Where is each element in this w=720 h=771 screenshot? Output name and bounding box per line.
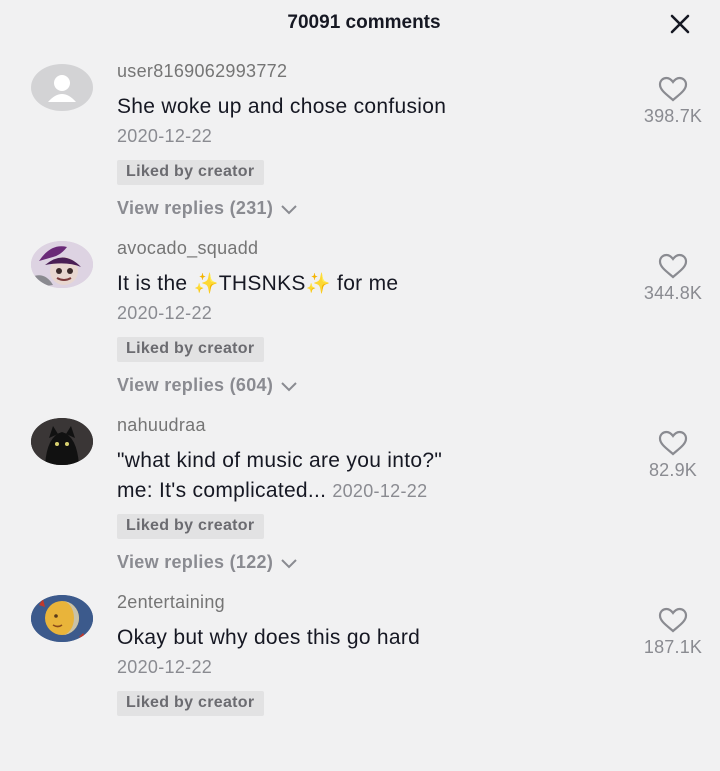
- liked-by-creator-badge: Liked by creator: [117, 160, 265, 185]
- view-replies-button[interactable]: View replies (604): [117, 375, 299, 396]
- chevron-down-icon: [281, 559, 298, 569]
- comment-date: 2020-12-22: [332, 481, 428, 501]
- comment-text-highlight: THSNKS: [218, 272, 306, 295]
- comment-username[interactable]: nahuudraa: [117, 415, 206, 436]
- comment-text-part: for me: [330, 272, 399, 295]
- chevron-down-icon: [281, 382, 298, 392]
- comment-item: user8169062993772 She woke up and chose …: [0, 61, 720, 240]
- heart-icon: [658, 76, 688, 102]
- comment-username[interactable]: 2entertaining: [117, 592, 225, 613]
- comment-date: 2020-12-22: [117, 657, 213, 677]
- comment-text: "what kind of music are you into?" me: I…: [117, 446, 637, 506]
- like-count: 82.9K: [648, 460, 698, 480]
- comment-text: Okay but why does this go hard: [117, 626, 421, 649]
- comments-header: 70091 comments: [0, 0, 720, 48]
- avatar[interactable]: [31, 595, 93, 642]
- comment-item: nahuudraa "what kind of music are you in…: [0, 415, 720, 594]
- comments-count-title: 70091 comments: [287, 12, 441, 33]
- comment-text: It is the ✨THSNKS✨ for me: [117, 269, 637, 299]
- like-button[interactable]: 82.9K: [628, 430, 718, 481]
- view-replies-label: View replies (122): [117, 552, 274, 572]
- like-count: 187.1K: [643, 637, 703, 657]
- comment-text: She woke up and chose confusion: [117, 95, 447, 118]
- close-icon[interactable]: [668, 12, 692, 36]
- sparkles-emoji: ✨: [193, 273, 219, 295]
- comment-text-line: "what kind of music are you into?": [117, 449, 443, 472]
- view-replies-button[interactable]: View replies (231): [117, 198, 299, 219]
- like-count: 398.7K: [643, 106, 703, 126]
- avatar[interactable]: [31, 64, 93, 111]
- like-button[interactable]: 344.8K: [628, 253, 718, 304]
- heart-icon: [658, 430, 688, 456]
- avatar[interactable]: [31, 241, 93, 288]
- heart-icon: [658, 607, 688, 633]
- sparkles-emoji: ✨: [305, 273, 331, 295]
- comment-text-part: It is the: [117, 272, 194, 295]
- comment-date: 2020-12-22: [117, 126, 213, 146]
- comment-date: 2020-12-22: [117, 303, 213, 323]
- comment-item: 2entertaining Okay but why does this go …: [0, 592, 720, 771]
- liked-by-creator-badge: Liked by creator: [117, 514, 265, 539]
- view-replies-button[interactable]: View replies (122): [117, 552, 299, 573]
- comment-username[interactable]: avocado_squadd: [117, 238, 258, 259]
- view-replies-label: View replies (604): [117, 375, 274, 395]
- like-button[interactable]: 187.1K: [628, 607, 718, 658]
- liked-by-creator-badge: Liked by creator: [117, 337, 265, 362]
- avatar[interactable]: [31, 418, 93, 465]
- chevron-down-icon: [281, 205, 298, 215]
- liked-by-creator-badge: Liked by creator: [117, 691, 265, 716]
- comment-item: avocado_squadd It is the ✨THSNKS✨ for me…: [0, 238, 720, 417]
- heart-icon: [658, 253, 688, 279]
- like-count: 344.8K: [643, 283, 703, 303]
- comment-text-line: me: It's complicated...: [117, 479, 327, 502]
- like-button[interactable]: 398.7K: [628, 76, 718, 127]
- view-replies-label: View replies (231): [117, 198, 274, 218]
- comment-username[interactable]: user8169062993772: [117, 61, 287, 82]
